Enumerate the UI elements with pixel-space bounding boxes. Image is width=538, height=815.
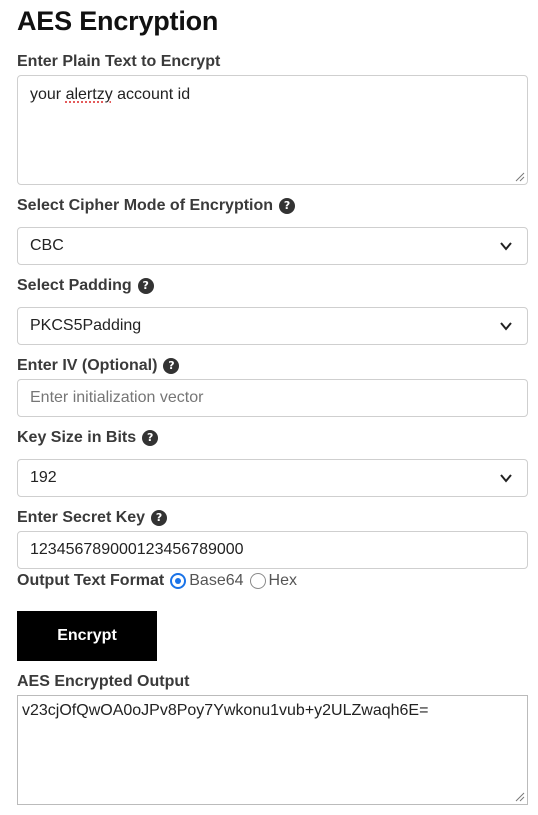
- help-icon[interactable]: ?: [142, 430, 159, 446]
- resize-grip-icon[interactable]: [515, 792, 525, 802]
- page-title: AES Encryption: [17, 6, 219, 36]
- secret-key-label: Enter Secret Key ?: [17, 509, 168, 527]
- help-icon[interactable]: ?: [137, 278, 154, 294]
- plaintext-textarea[interactable]: your alertzy account id: [17, 75, 528, 185]
- iv-label: Enter IV (Optional) ?: [17, 357, 180, 375]
- output-label: AES Encrypted Output: [17, 673, 190, 690]
- encrypted-output-textarea[interactable]: v23cjOfQwOA0oJPv8Poy7Ywkonu1vub+y2ULZwaq…: [17, 695, 528, 805]
- iv-input[interactable]: Enter initialization vector: [17, 379, 528, 417]
- plaintext-label: Enter Plain Text to Encrypt: [17, 53, 221, 70]
- chevron-down-icon: [500, 474, 512, 483]
- spellcheck-word: alertzy: [65, 86, 113, 103]
- help-icon[interactable]: ?: [163, 358, 180, 374]
- output-format-group: Output Text Format Base64 Hex: [17, 572, 297, 590]
- chevron-down-icon: [500, 242, 512, 251]
- key-size-label: Key Size in Bits ?: [17, 429, 159, 447]
- hex-radio-label[interactable]: Hex: [269, 572, 297, 590]
- padding-select[interactable]: PKCS5Padding: [17, 307, 528, 345]
- padding-label: Select Padding ?: [17, 277, 154, 295]
- secret-key-input[interactable]: 123456789000123456789000: [17, 531, 528, 569]
- key-size-select[interactable]: 192: [17, 459, 528, 497]
- chevron-down-icon: [500, 322, 512, 331]
- encrypt-button[interactable]: Encrypt: [17, 611, 157, 661]
- hex-radio[interactable]: [249, 573, 266, 589]
- base64-radio-label[interactable]: Base64: [189, 572, 243, 590]
- cipher-mode-select[interactable]: CBC: [17, 227, 528, 265]
- base64-radio[interactable]: [170, 573, 187, 589]
- help-icon[interactable]: ?: [151, 510, 168, 526]
- help-icon[interactable]: ?: [279, 198, 296, 214]
- cipher-mode-label: Select Cipher Mode of Encryption ?: [17, 197, 296, 215]
- resize-grip-icon[interactable]: [515, 172, 525, 182]
